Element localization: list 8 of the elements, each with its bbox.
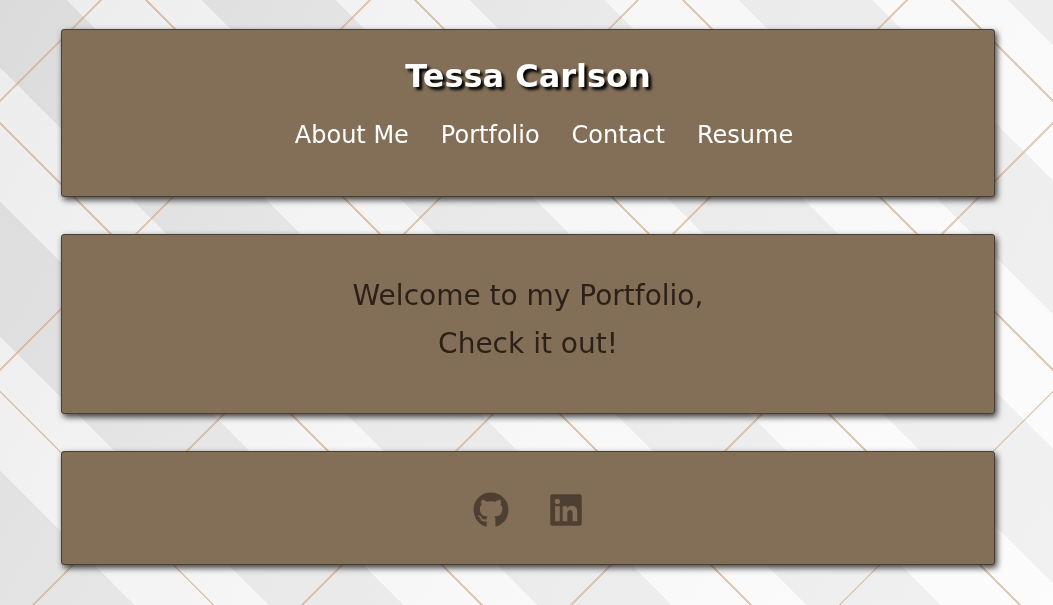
- welcome-message: Welcome to my Portfolio, Check it out!: [352, 278, 704, 362]
- github-icon[interactable]: [472, 492, 509, 528]
- linkedin-icon[interactable]: [547, 492, 584, 528]
- nav-link[interactable]: Contact: [571, 119, 665, 151]
- nav-link[interactable]: About Me: [294, 119, 409, 151]
- site-title: Tessa Carlson: [405, 56, 651, 96]
- nav-link[interactable]: Resume: [696, 119, 794, 151]
- nav-link[interactable]: Portfolio: [440, 119, 540, 151]
